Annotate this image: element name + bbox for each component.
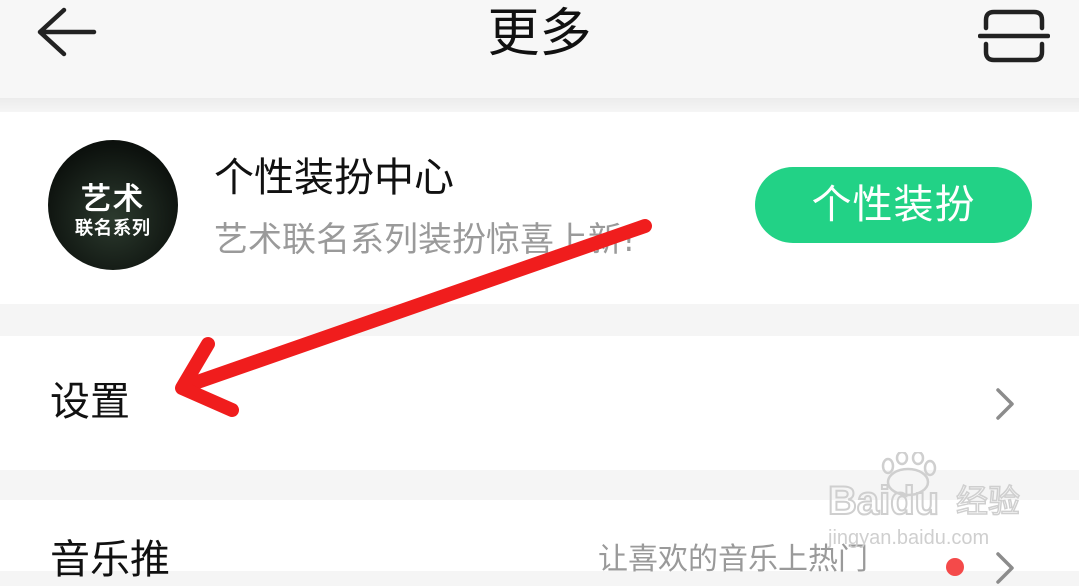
notification-dot: [946, 558, 964, 576]
music-promotion-row[interactable]: 音乐推 让喜欢的音乐上热门: [0, 500, 1079, 584]
personalize-button[interactable]: 个性装扮: [755, 167, 1032, 243]
scan-icon[interactable]: [978, 6, 1050, 64]
avatar-text-line2: 联名系列: [75, 218, 151, 239]
chevron-right-icon: [996, 388, 1014, 420]
arrow-left-icon[interactable]: [34, 6, 98, 58]
music-promotion-label: 音乐推: [50, 537, 170, 583]
top-navigation-bar: 更多: [0, 0, 1079, 98]
chevron-right-icon: [996, 552, 1014, 584]
skin-avatar[interactable]: 艺术 联名系列: [48, 140, 178, 270]
page-title: 更多: [487, 4, 592, 64]
skin-center-title: 个性装扮中心: [214, 155, 454, 201]
avatar-text-line1: 艺术: [81, 182, 145, 217]
settings-row[interactable]: 设置: [0, 336, 1079, 470]
skin-center-subtitle: 艺术联名系列装扮惊喜上新!: [214, 220, 636, 260]
skin-center-card[interactable]: 艺术 联名系列 个性装扮中心 艺术联名系列装扮惊喜上新! 个性装扮: [0, 112, 1079, 304]
music-promotion-hint: 让喜欢的音乐上热门: [598, 542, 868, 577]
header-divider: [0, 98, 1079, 112]
settings-label: 设置: [50, 379, 130, 425]
